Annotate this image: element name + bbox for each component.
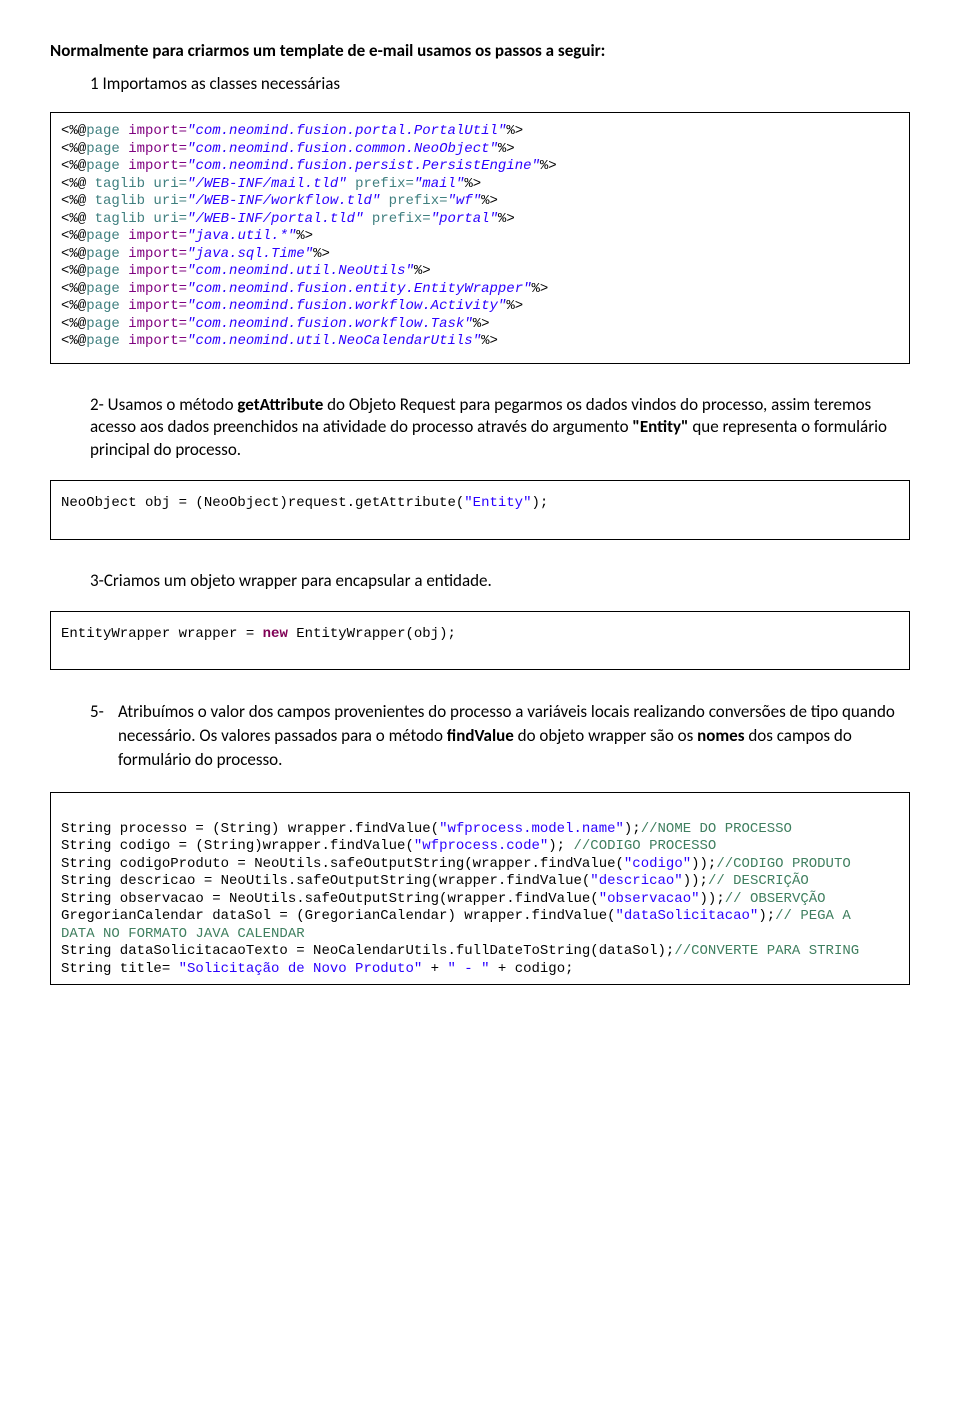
code-block-variables: String processo = (String) wrapper.findV… <box>50 792 910 986</box>
text: do objeto wrapper são os <box>514 725 697 746</box>
step-2-paragraph: 2- Usamos o método getAttribute do Objet… <box>90 394 910 463</box>
bold-getattribute: getAttribute <box>237 394 323 415</box>
code-block-wrapper: EntityWrapper wrapper = new EntityWrappe… <box>50 611 910 671</box>
code-block-getattribute: NeoObject obj = (NeoObject)request.getAt… <box>50 480 910 540</box>
code-block-imports: <%@page import="com.neomind.fusion.porta… <box>50 112 910 364</box>
page-title: Normalmente para criarmos um template de… <box>50 40 910 61</box>
step-5: 5-Atribuímos o valor dos campos provenie… <box>118 700 910 771</box>
list-marker: 5- <box>90 700 118 724</box>
text: 2- Usamos o método <box>90 394 237 415</box>
bold-findvalue: findValue <box>447 725 514 746</box>
step-3: 3-Criamos um objeto wrapper para encapsu… <box>90 570 910 593</box>
bold-entity: "Entity" <box>632 416 688 437</box>
bold-nomes: nomes <box>697 725 744 746</box>
step-1: 1 Importamos as classes necessárias <box>90 73 910 94</box>
